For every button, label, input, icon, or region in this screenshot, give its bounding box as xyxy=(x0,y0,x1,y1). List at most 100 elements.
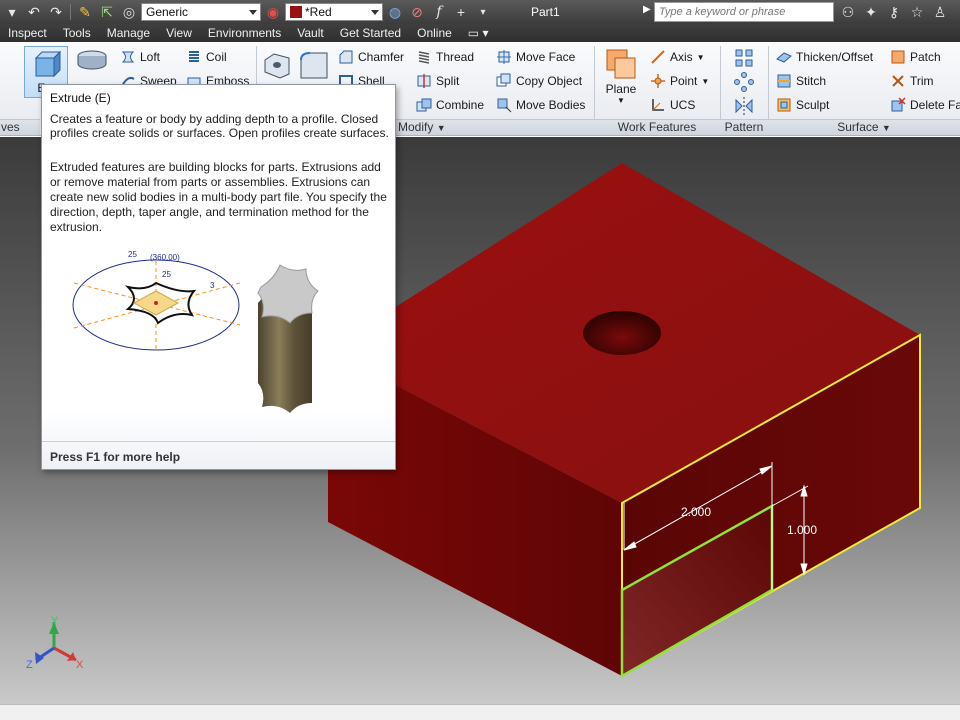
hole-icon[interactable] xyxy=(262,50,292,80)
delete-face-button[interactable]: Delete Fa xyxy=(890,97,960,113)
tab-tools[interactable]: Tools xyxy=(55,26,99,40)
view-triad: Y X Z xyxy=(26,615,84,671)
plane-label: Plane xyxy=(605,82,637,96)
copy-object-button[interactable]: Copy Object xyxy=(496,73,582,89)
modify-panel-label-text: Modify xyxy=(398,120,434,134)
chamfer-button[interactable]: Chamfer xyxy=(338,49,404,65)
chevron-down-icon: ▼ xyxy=(436,123,446,133)
move-bodies-button[interactable]: Move Bodies xyxy=(496,97,585,113)
move-bodies-label: Move Bodies xyxy=(516,98,586,112)
point-button[interactable]: Point ▼ xyxy=(650,73,709,89)
thicken-icon xyxy=(776,52,792,63)
plane-icon xyxy=(606,49,636,79)
tab-environments[interactable]: Environments xyxy=(200,26,289,40)
trim-button[interactable]: Trim xyxy=(890,73,934,89)
search-input[interactable]: Type a keyword or phrase xyxy=(654,2,834,22)
plus-icon[interactable]: + xyxy=(451,2,471,22)
chevron-down-icon xyxy=(371,10,379,15)
key-icon[interactable]: ⚷ xyxy=(884,2,904,22)
create-panel-label[interactable]: ves xyxy=(0,119,40,135)
pattern-panel-label[interactable]: Pattern xyxy=(720,119,768,135)
delete-face-label: Delete Fa xyxy=(910,98,960,112)
tab-manage[interactable]: Manage xyxy=(99,26,158,40)
split-button[interactable]: Split xyxy=(416,73,459,89)
circular-pattern-icon[interactable] xyxy=(734,72,754,92)
surface-panel-label-text: Surface xyxy=(837,120,879,134)
coil-button[interactable]: Coil xyxy=(186,49,227,65)
extrude-icon xyxy=(34,50,61,78)
appearance-value: *Red xyxy=(305,5,332,19)
stitch-button[interactable]: Stitch xyxy=(776,73,826,89)
dimension-width[interactable]: 2.000 xyxy=(681,505,711,519)
binoculars-icon[interactable]: ⚇ xyxy=(838,2,858,22)
rectangular-pattern-icon[interactable] xyxy=(734,48,754,68)
loft-icon xyxy=(121,51,135,63)
thread-button[interactable]: Thread xyxy=(416,49,474,65)
sketch-dim-4: 3 xyxy=(210,281,215,290)
point-label: Point xyxy=(670,74,698,88)
sculpt-icon xyxy=(777,98,791,112)
redo-icon[interactable]: ↷ xyxy=(46,2,66,22)
through-hole[interactable] xyxy=(583,311,661,355)
tab-vault[interactable]: Vault xyxy=(289,26,331,40)
customize-icon[interactable]: ▾ xyxy=(473,2,493,22)
move-face-button[interactable]: Move Face xyxy=(496,49,575,65)
tooltip-summary: Creates a feature or body by adding dept… xyxy=(50,112,389,140)
revolve-icon[interactable] xyxy=(76,48,108,72)
mirror-icon[interactable] xyxy=(734,96,754,116)
tooltip-title: Extrude (E) xyxy=(50,91,111,105)
work-features-panel-label[interactable]: Work Features xyxy=(594,119,720,135)
material-value: Generic xyxy=(146,5,189,19)
fx-icon[interactable]: f xyxy=(429,2,449,22)
tab-extra-icon[interactable]: ▭ ▾ xyxy=(460,26,497,40)
sculpt-label: Sculpt xyxy=(796,98,830,112)
user-icon[interactable]: ♙ xyxy=(930,2,950,22)
app-menu-icon[interactable]: ▾ xyxy=(2,2,22,22)
star-icon[interactable]: ☆ xyxy=(907,2,927,22)
axis-button[interactable]: Axis ▼ xyxy=(650,49,705,65)
patch-button[interactable]: Patch xyxy=(890,49,941,65)
tab-online[interactable]: Online xyxy=(409,26,460,40)
select-icon[interactable]: ⇱ xyxy=(97,2,117,22)
thicken-offset-button[interactable]: Thicken/Offset xyxy=(776,49,873,65)
sculpt-button[interactable]: Sculpt xyxy=(776,97,829,113)
plane-button[interactable]: Plane ▼ xyxy=(600,48,642,105)
dimension-height[interactable]: 1.000 xyxy=(787,523,817,537)
help-toolbar: ⚇ ✦ ⚷ ☆ ♙ xyxy=(838,2,950,22)
patch-label: Patch xyxy=(910,50,941,64)
sketch-dim-3: 25 xyxy=(162,270,171,279)
appearance-dropdown[interactable]: *Red xyxy=(285,3,383,21)
sketch-dim-1: 25 xyxy=(128,250,137,259)
undo-icon[interactable]: ↶ xyxy=(24,2,44,22)
chamfer-label: Chamfer xyxy=(358,50,405,64)
clear-appearance-icon[interactable]: ⊘ xyxy=(407,2,427,22)
create-panel-label-text: ves xyxy=(1,120,20,134)
tab-inspect[interactable]: Inspect xyxy=(0,26,55,40)
toolbar-divider xyxy=(70,4,71,20)
ucs-button[interactable]: UCS xyxy=(650,97,695,113)
modify-panel-label[interactable]: Modify ▼ xyxy=(396,119,594,135)
thread-icon xyxy=(418,51,430,64)
wrench-icon[interactable]: ✦ xyxy=(861,2,881,22)
combine-label: Combine xyxy=(436,98,485,112)
loft-label: Loft xyxy=(140,50,161,64)
axis-icon xyxy=(651,50,665,64)
combine-button[interactable]: Combine xyxy=(416,97,484,113)
update-icon[interactable]: ✎ xyxy=(75,2,95,22)
copy-object-icon xyxy=(496,73,511,87)
fillet-icon[interactable] xyxy=(298,50,330,80)
status-bar xyxy=(0,704,960,720)
surface-panel-label[interactable]: Surface ▼ xyxy=(768,119,960,135)
triad-y-label: Y xyxy=(51,615,59,627)
chevron-down-icon xyxy=(249,10,257,15)
coil-icon xyxy=(189,51,199,62)
tab-get-started[interactable]: Get Started xyxy=(332,26,409,40)
adjust-icon[interactable]: ◍ xyxy=(385,2,405,22)
loft-button[interactable]: Loft xyxy=(120,49,160,65)
material-dropdown[interactable]: Generic xyxy=(141,3,261,21)
appearance-swatch xyxy=(290,6,302,18)
tab-view[interactable]: View xyxy=(158,26,200,40)
appearance-icon: ◉ xyxy=(266,3,280,20)
stitch-label: Stitch xyxy=(796,74,827,88)
search-expand-icon[interactable]: ▶ xyxy=(643,4,651,15)
